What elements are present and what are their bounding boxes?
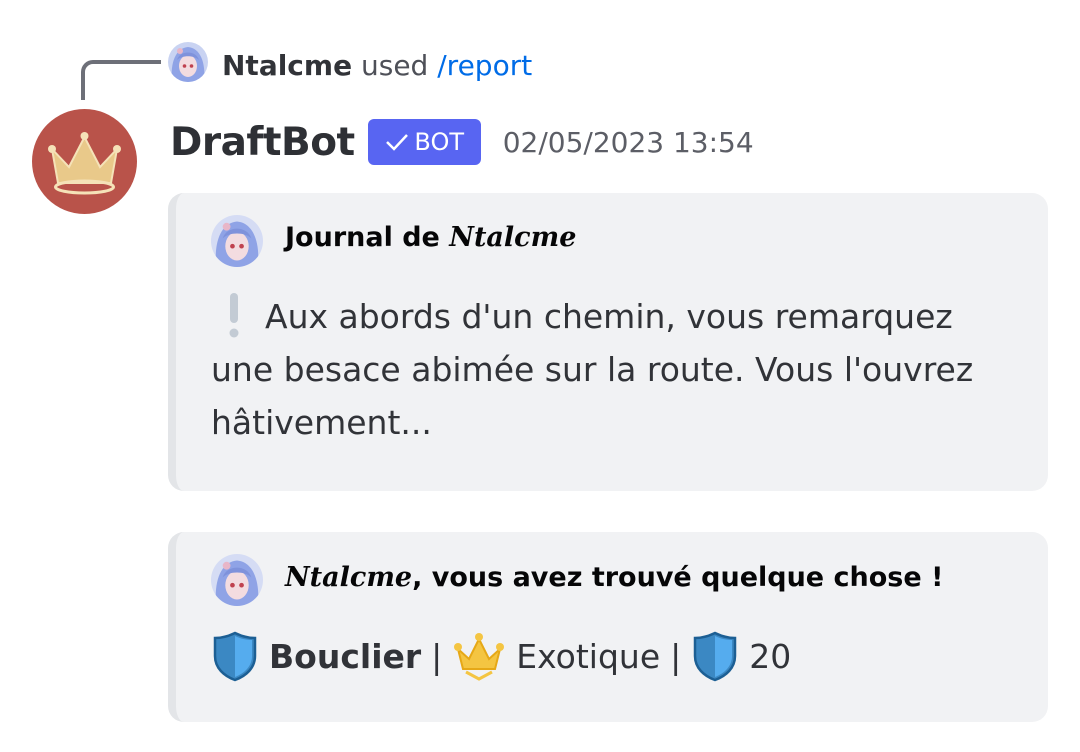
crown-icon (452, 631, 506, 681)
embed-description-text: Aux abords d'un chemin, vous remarquez u… (211, 297, 974, 442)
separator: | (670, 636, 682, 676)
embed-author-avatar (211, 554, 263, 606)
checkmark-icon (386, 134, 409, 151)
reply-user-avatar[interactable] (168, 42, 208, 82)
embed-author: Journal de Ntalcme (285, 222, 576, 253)
item-name: Bouclier (269, 636, 422, 676)
reply-used-text: used (360, 49, 429, 82)
message-timestamp[interactable]: 02/05/2023 13:54 (503, 126, 754, 159)
item-stat-value: 20 (749, 636, 792, 676)
embed-description: Aux abords d'un chemin, vous remarquez u… (211, 290, 1021, 449)
embed-author-prefix: Journal de (285, 222, 450, 253)
embed-author: Ntalcme, vous avez trouvé quelque chose … (285, 562, 943, 593)
embed-author-suffix: , vous avez trouvé quelque chose ! (412, 562, 944, 593)
shield-icon (211, 630, 259, 682)
embed-found-item (168, 532, 1048, 722)
reply-username[interactable]: Ntalcme (222, 49, 352, 82)
bot-tag: BOT (367, 119, 481, 165)
item-summary: Bouclier | Exotique | 20 (211, 628, 791, 684)
bot-tag-label: BOT (414, 128, 464, 156)
exclamation-icon (229, 292, 239, 337)
bot-username[interactable]: DraftBot (170, 120, 355, 165)
reply-connector (81, 60, 161, 100)
reply-command[interactable]: /report (437, 49, 532, 82)
item-rarity: Exotique (516, 636, 661, 676)
embed-author-name: Ntalcme (285, 562, 413, 593)
embed-author-avatar (211, 215, 263, 267)
embed-author-name: Ntalcme (449, 222, 577, 253)
crown-icon (48, 132, 121, 195)
separator: | (431, 636, 443, 676)
message-header: DraftBot BOT 02/05/2023 13:54 (170, 114, 754, 170)
shield-icon (691, 630, 739, 682)
bot-avatar[interactable] (32, 109, 137, 214)
reply-context: Ntalcme used /report (222, 44, 532, 88)
